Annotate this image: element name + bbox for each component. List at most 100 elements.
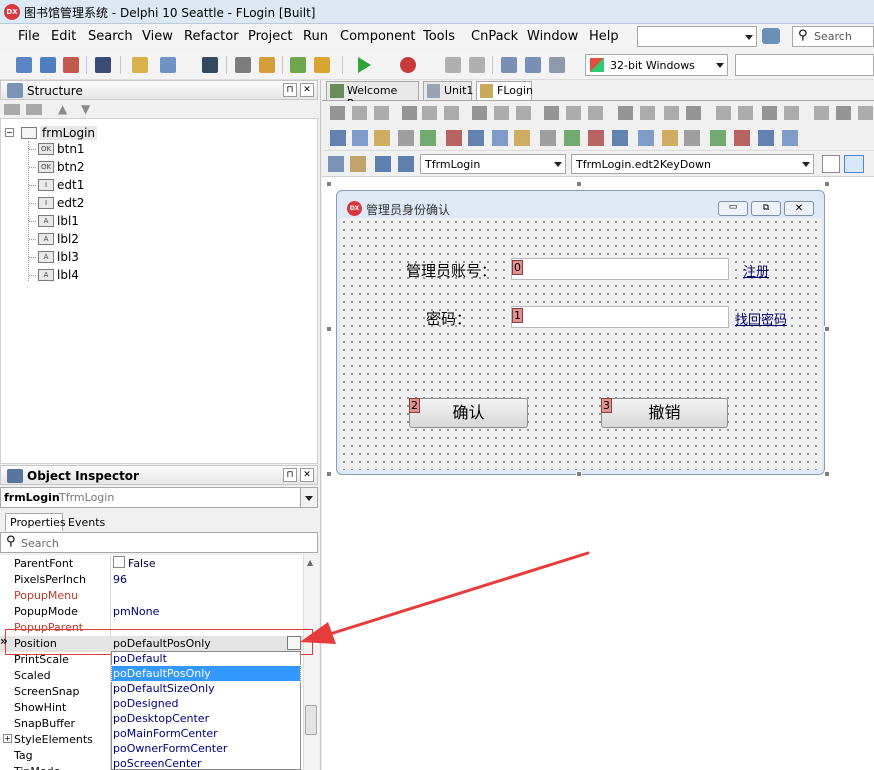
folder-icon[interactable] [4, 104, 20, 115]
close-icon[interactable]: ✕ [784, 201, 814, 216]
position-option[interactable]: poOwnerFormCenter [112, 741, 300, 756]
position-option[interactable]: poDefaultPosOnly [111, 665, 301, 682]
property-name[interactable]: ScreenSnap [14, 685, 80, 698]
property-name[interactable]: PopupMode [14, 605, 78, 618]
component-tool-icon[interactable] [588, 130, 604, 146]
layout-save-icon[interactable] [762, 28, 780, 44]
component-tool-icon[interactable] [662, 130, 678, 146]
component-tool-icon[interactable] [758, 130, 774, 146]
tree-item-lbl2[interactable]: lbl2 [57, 232, 79, 246]
component-tool-icon[interactable] [330, 130, 346, 146]
password-input[interactable] [511, 306, 729, 328]
step-into-icon[interactable] [501, 57, 517, 73]
resize-handle[interactable] [824, 181, 830, 187]
position-option[interactable]: poDesktopCenter [112, 711, 300, 726]
align-tool-icon[interactable] [686, 106, 701, 120]
position-option[interactable]: poDefaultSizeOnly [112, 681, 300, 696]
menu-refactor[interactable]: Refactor [184, 29, 239, 44]
menu-cnpack[interactable]: CnPack [471, 29, 518, 44]
open-icon[interactable] [40, 57, 56, 73]
align-tool-icon[interactable] [494, 106, 509, 120]
resize-handle[interactable] [326, 326, 332, 332]
property-search-input[interactable]: ⚲ Search [0, 532, 318, 553]
menu-run[interactable]: Run [303, 29, 328, 44]
menu-file[interactable]: File [18, 29, 40, 44]
structure-tree[interactable]: − frmLogin OK btn1 OK btn2 Iedt1 Iedt2 Albl1 Al… [0, 118, 318, 464]
resize-handle[interactable] [576, 181, 582, 187]
align-tool-icon[interactable] [544, 106, 559, 120]
tree-item-btn1[interactable]: btn1 [57, 142, 85, 156]
arrow-down-icon[interactable]: ▼ [81, 102, 90, 116]
close-icon[interactable]: ✕ [300, 468, 314, 482]
align-tool-icon[interactable] [836, 106, 851, 120]
property-name[interactable]: PopupMenu [14, 589, 78, 602]
component-tool-icon[interactable] [352, 130, 368, 146]
component-tool-icon[interactable] [420, 130, 436, 146]
new-items-icon[interactable] [16, 57, 32, 73]
tab-unit1[interactable]: Unit1 [423, 81, 473, 100]
form-client-area[interactable]: 管理员账号： 0 注册 密码： 1 找回密码 确认 2 撤销 3 [340, 218, 822, 470]
remove-from-project-icon[interactable] [314, 57, 330, 73]
arrow-up-icon[interactable]: ▲ [58, 102, 67, 116]
trace-icon[interactable] [549, 57, 565, 73]
tab-flogin[interactable]: FLogin [476, 81, 533, 100]
tree-item-lbl1[interactable]: lbl1 [57, 214, 79, 228]
position-option[interactable]: poDefault [112, 651, 300, 666]
align-tool-icon[interactable] [784, 106, 799, 120]
parentfont-checkbox[interactable] [113, 556, 125, 568]
align-tool-icon[interactable] [330, 106, 345, 120]
sync-icon[interactable] [350, 156, 366, 172]
component-tool-icon[interactable] [638, 130, 654, 146]
align-tool-icon[interactable] [858, 106, 873, 120]
method-combo[interactable]: TfrmLogin.edt2KeyDown [571, 154, 814, 174]
component-tool-icon[interactable] [374, 130, 390, 146]
tree-item-lbl4[interactable]: lbl4 [57, 268, 79, 282]
property-name[interactable]: StyleElements [14, 733, 93, 746]
property-value[interactable]: False [128, 557, 156, 570]
tree-item-btn2[interactable]: btn2 [57, 160, 85, 174]
component-tool-icon[interactable] [710, 130, 726, 146]
expand-icon[interactable]: + [3, 734, 12, 743]
component-tool-icon[interactable] [398, 130, 414, 146]
component-tool-icon[interactable] [782, 130, 798, 146]
property-name[interactable]: Tag [14, 749, 33, 762]
account-input[interactable] [511, 258, 729, 280]
navigate-icon[interactable] [328, 156, 344, 172]
property-name[interactable]: SnapBuffer [14, 717, 75, 730]
menu-help[interactable]: Help [589, 29, 619, 44]
configuration-combo[interactable] [735, 54, 874, 76]
desktop-layout-combo[interactable] [637, 26, 757, 47]
pause-icon[interactable] [445, 57, 461, 73]
resize-handle[interactable] [824, 326, 830, 332]
tree-item-lbl3[interactable]: lbl3 [57, 250, 79, 264]
component-tool-icon[interactable] [564, 130, 580, 146]
menu-window[interactable]: Window [527, 29, 578, 44]
align-tool-icon[interactable] [664, 106, 679, 120]
align-tool-icon[interactable] [716, 106, 731, 120]
align-tool-icon[interactable] [402, 106, 417, 120]
component-tool-icon[interactable] [734, 130, 750, 146]
align-tool-icon[interactable] [738, 106, 753, 120]
align-tool-icon[interactable] [374, 106, 389, 120]
save-icon[interactable] [202, 57, 218, 73]
interface-icon[interactable] [375, 156, 391, 172]
tab-events[interactable]: Events [64, 515, 106, 531]
pin-icon[interactable]: ⊓ [283, 83, 297, 97]
resize-handle[interactable] [824, 471, 830, 477]
menu-tools[interactable]: Tools [423, 29, 455, 44]
menu-project[interactable]: Project [248, 29, 292, 44]
recover-password-link[interactable]: 找回密码 [735, 309, 787, 328]
align-tool-icon[interactable] [444, 106, 459, 120]
resize-handle[interactable] [576, 471, 582, 477]
toggle-form-unit-icon[interactable] [235, 57, 251, 73]
menu-view[interactable]: View [142, 29, 173, 44]
object-selector-combo[interactable]: frmLogin TfrmLogin [0, 487, 318, 508]
collapse-icon[interactable]: − [5, 128, 14, 137]
class-combo[interactable]: TfrmLogin [420, 154, 566, 174]
resize-handle[interactable] [326, 471, 332, 477]
component-tool-icon[interactable] [540, 130, 556, 146]
position-option[interactable]: poDesigned [112, 696, 300, 711]
align-tool-icon[interactable] [566, 106, 581, 120]
component-tool-icon[interactable] [684, 130, 700, 146]
tab-properties[interactable]: Properties [5, 513, 66, 531]
